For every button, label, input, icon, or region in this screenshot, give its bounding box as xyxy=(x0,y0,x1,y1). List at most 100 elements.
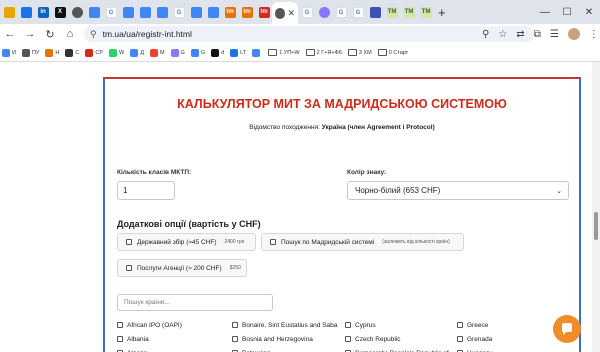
bookmark-item[interactable]: СР xyxy=(85,48,103,57)
country-option[interactable]: Czech Republic xyxy=(345,335,455,344)
tab-24[interactable]: TM xyxy=(418,4,434,20)
globe-icon xyxy=(21,48,30,57)
country-option[interactable]: Greece xyxy=(457,321,567,330)
tab-12[interactable] xyxy=(188,4,204,20)
address-bar[interactable]: ⚲ tm.ua/ua/registr-int.html xyxy=(84,26,534,42)
checkbox[interactable] xyxy=(126,239,132,245)
bookmark-item[interactable]: 0 Старт xyxy=(377,49,408,56)
option-note: (залежить від кількості країн) xyxy=(382,239,450,245)
tab-2[interactable] xyxy=(18,4,34,20)
tab-19[interactable]: G xyxy=(333,4,349,20)
bookmark-item[interactable]: Д xyxy=(130,48,144,57)
tab-1[interactable] xyxy=(1,4,17,20)
checkbox[interactable] xyxy=(232,336,238,342)
option-madrid-search[interactable]: Пошук по Мадридській системі (залежить в… xyxy=(261,233,464,251)
bookmark-item[interactable]: 3 ХМ xyxy=(347,49,372,56)
country-label: Bonaire, Sint Eustatius and Saba xyxy=(242,322,338,329)
bookmark-item[interactable]: G xyxy=(170,48,185,57)
tab-8[interactable] xyxy=(120,4,136,20)
checkbox[interactable] xyxy=(457,336,463,342)
tab-9[interactable] xyxy=(137,4,153,20)
reload-icon[interactable]: ↻ xyxy=(40,28,60,41)
forward-icon[interactable]: → xyxy=(20,28,40,40)
bookmark-item[interactable]: И xyxy=(2,48,16,57)
zoom-icon[interactable]: ⚲ xyxy=(482,29,489,40)
back-icon[interactable]: ← xyxy=(0,28,20,40)
country-option[interactable]: Cyprus xyxy=(345,321,455,330)
extensions-icon[interactable]: ⧉ xyxy=(534,29,541,40)
bookmarks-bar: И ПУ Н С СР W Д М G Gd LT 1 УП+W 2 Г+Я+Ф6 3 ХМ 0 Старт xyxy=(0,44,600,62)
home-icon[interactable]: ⌂ xyxy=(60,28,80,40)
bookmark-item[interactable]: Н xyxy=(45,48,59,57)
country-option[interactable]: Bosnia and Herzegovina xyxy=(232,335,342,344)
tm-icon: tm xyxy=(224,6,236,18)
chat-widget-button[interactable] xyxy=(553,315,581,343)
bookmark-item[interactable] xyxy=(252,48,262,57)
tab-5[interactable] xyxy=(69,4,85,20)
bookmark-label: d xyxy=(221,49,225,56)
bookmark-label: 3 ХМ xyxy=(358,49,372,56)
translate-icon[interactable]: ⇄ xyxy=(516,29,524,40)
bookmark-item[interactable]: W xyxy=(109,48,124,57)
site-info-icon[interactable]: ⚲ xyxy=(90,29,97,40)
tab-6[interactable] xyxy=(86,4,102,20)
classes-input[interactable]: 1 xyxy=(117,181,175,200)
bookmark-item[interactable]: 2 Г+Я+Ф6 xyxy=(305,49,342,56)
window-close-icon[interactable]: ✕ xyxy=(578,7,600,18)
tab-20[interactable]: G xyxy=(350,4,366,20)
url-text[interactable]: tm.ua/ua/registr-int.html xyxy=(103,29,192,39)
origin-value: Україна (член Agreement і Protocol) xyxy=(321,124,435,131)
tab-3[interactable]: in xyxy=(35,4,51,20)
tab-18[interactable] xyxy=(316,4,332,20)
page-scrollbar[interactable] xyxy=(592,62,600,352)
chart-icon xyxy=(20,6,32,18)
tab-7[interactable]: G xyxy=(103,4,119,20)
tab-13[interactable] xyxy=(205,4,221,20)
minimize-icon[interactable]: — xyxy=(534,7,556,18)
checkbox[interactable] xyxy=(117,322,123,328)
tab-10[interactable] xyxy=(154,4,170,20)
checkbox[interactable] xyxy=(345,336,351,342)
checkbox[interactable] xyxy=(126,265,132,271)
country-option[interactable]: African IPO (OAPI) xyxy=(117,321,227,330)
tab-14[interactable]: tm xyxy=(222,4,238,20)
country-search-input[interactable]: Пошук країни... xyxy=(117,294,273,311)
new-tab-button[interactable]: + xyxy=(438,5,446,20)
tab-17[interactable]: G xyxy=(299,4,315,20)
tab-4[interactable]: X xyxy=(52,4,68,20)
globe-icon xyxy=(71,6,83,18)
bookmark-item[interactable]: М xyxy=(149,48,165,57)
checkbox[interactable] xyxy=(117,336,123,342)
profile-avatar[interactable] xyxy=(567,28,580,40)
reading-list-icon[interactable]: ☰ xyxy=(550,29,559,40)
checkbox[interactable] xyxy=(232,322,238,328)
bookmark-item[interactable]: С xyxy=(65,48,79,57)
option-state-fee[interactable]: Державний збір (≈45 CHF) 2400 грн xyxy=(117,233,256,251)
maximize-icon[interactable]: ☐ xyxy=(556,7,578,18)
color-select[interactable]: Чорно-білий (653 CHF) ⌄ xyxy=(347,181,569,200)
close-icon[interactable]: ✕ xyxy=(287,8,295,19)
tab-15[interactable]: tm xyxy=(239,4,255,20)
scrollbar-thumb[interactable] xyxy=(594,212,598,240)
option-agency-services[interactable]: Послуги Агенції (≈ 200 CHF) $250 xyxy=(117,259,247,277)
tab-16[interactable]: tm xyxy=(256,4,272,20)
checkbox[interactable] xyxy=(457,322,463,328)
bookmark-star-icon[interactable]: ☆ xyxy=(498,29,507,40)
bookmark-item[interactable]: ПУ xyxy=(21,48,39,57)
tab-11[interactable]: G xyxy=(171,4,187,20)
bookmark-item[interactable]: G xyxy=(190,48,205,57)
tab-23[interactable]: TM xyxy=(401,4,417,20)
checkbox[interactable] xyxy=(345,322,351,328)
bookmark-item[interactable]: LT xyxy=(230,48,246,57)
menu-icon[interactable]: ⋮ xyxy=(589,29,599,40)
country-option[interactable]: Bonaire, Sint Eustatius and Saba xyxy=(232,321,342,330)
checkbox[interactable] xyxy=(270,239,276,245)
tab-active[interactable]: ✕ xyxy=(272,2,298,24)
country-option[interactable]: Albania xyxy=(117,335,227,344)
bookmark-item[interactable]: 1 УП+W xyxy=(268,49,300,56)
tab-21[interactable] xyxy=(367,4,383,20)
tab-22[interactable]: TM xyxy=(384,4,400,20)
bookmark-item[interactable]: d xyxy=(211,48,225,57)
option-label: Пошук по Мадридській системі xyxy=(281,238,375,246)
country-option[interactable]: Grenada xyxy=(457,335,567,344)
